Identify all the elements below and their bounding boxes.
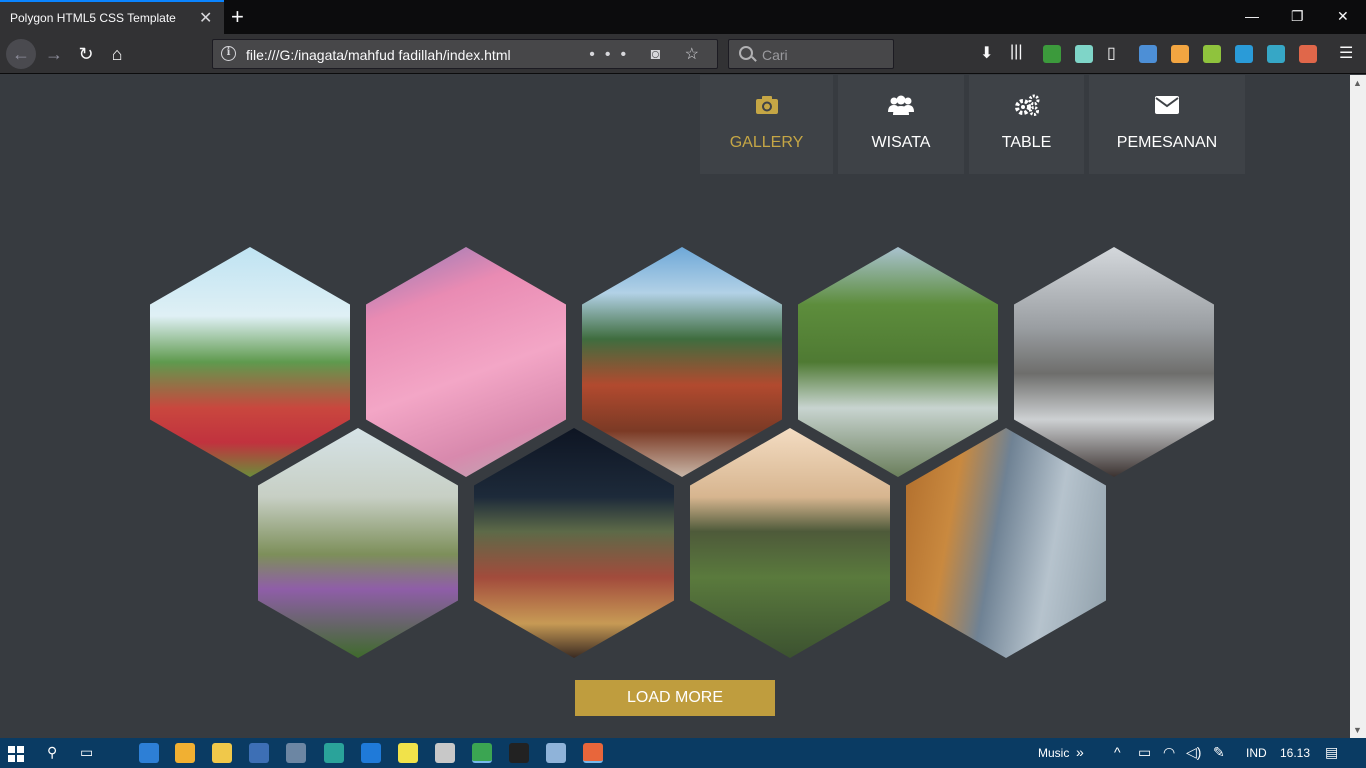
library-icon[interactable]: ||| [1010, 43, 1022, 61]
umbrella-mural-photo[interactable] [366, 247, 566, 477]
new-tab-icon[interactable]: + [231, 4, 244, 30]
vertical-scrollbar[interactable]: ▲ ▼ [1350, 75, 1366, 738]
terminal-icon[interactable] [509, 743, 529, 763]
extension-icon[interactable] [1267, 45, 1285, 63]
forward-arrow-icon[interactable]: → [42, 42, 66, 66]
windows-taskbar: ⚲ ▭ Music » ^ ▭ ◠ ◁) ✎ IND 16.13 ▤ [0, 738, 1366, 768]
url-text[interactable]: file:///G:/inagata/mahfud fadillah/index… [246, 47, 511, 63]
bookmark-star-icon[interactable]: ☆ [685, 46, 709, 63]
app-icon[interactable] [324, 743, 344, 763]
close-tab-icon[interactable]: ✕ [199, 8, 212, 28]
search-icon [739, 46, 753, 60]
users-icon [838, 93, 964, 117]
menu-label: TABLE [1001, 134, 1052, 151]
menu-label: GALLERY [729, 134, 804, 151]
extension-icon[interactable] [1139, 45, 1157, 63]
forest-balcony-photo[interactable] [906, 428, 1106, 658]
menu-item-table[interactable]: TABLE [969, 75, 1084, 174]
menu-item-wisata[interactable]: WISATA [838, 75, 964, 174]
flower-park-photo[interactable] [258, 428, 458, 658]
envelope-icon [1089, 93, 1245, 117]
hamburger-menu-icon[interactable]: ☰ [1339, 43, 1353, 63]
battery-icon[interactable]: ▭ [1138, 744, 1151, 761]
load-more-button[interactable]: LOAD MORE [575, 680, 775, 716]
chevron-right-icon[interactable]: » [1076, 744, 1084, 760]
camera-icon [700, 93, 833, 117]
tulip-garden-photo[interactable] [150, 247, 350, 477]
menu-item-pemesanan[interactable]: PEMESANAN [1089, 75, 1245, 174]
store-icon[interactable] [249, 743, 269, 763]
page-actions[interactable]: ••• ◙ ☆ [589, 44, 709, 64]
scroll-up-icon[interactable]: ▲ [1353, 78, 1362, 88]
chrome-icon[interactable] [472, 743, 492, 763]
extension-icon[interactable] [1043, 45, 1061, 63]
extension-icon[interactable] [1235, 45, 1253, 63]
extension-icon[interactable] [1299, 45, 1317, 63]
windows-start-icon[interactable] [8, 746, 24, 762]
notes-icon[interactable] [398, 743, 418, 763]
pen-icon[interactable]: ✎ [1213, 744, 1225, 761]
language-indicator[interactable]: IND [1246, 746, 1267, 760]
info-icon[interactable]: i [221, 46, 236, 61]
sidebar-icon[interactable]: ▯ [1107, 43, 1116, 63]
tab-title: Polygon HTML5 CSS Template [10, 11, 176, 25]
volume-icon[interactable]: ◁) [1186, 744, 1201, 761]
media-player-icon[interactable] [175, 743, 195, 763]
search-bar[interactable]: Cari [728, 39, 894, 69]
menu-label: PEMESANAN [1116, 134, 1218, 151]
pagoda-temple-photo[interactable] [582, 247, 782, 477]
extension-icon[interactable] [1203, 45, 1221, 63]
file-explorer-icon[interactable] [212, 743, 232, 763]
night-market-photo[interactable] [474, 428, 674, 658]
download-icon[interactable]: ⬇ [980, 43, 993, 63]
task-view-icon[interactable]: ▭ [80, 744, 93, 761]
page-viewport: GALLERY WISATA TABLE PEMESANAN LOAD MORE [0, 75, 1350, 738]
bromo-mountain-photo[interactable] [1014, 247, 1214, 477]
notification-icon[interactable]: ▤ [1325, 744, 1338, 761]
dropbox-icon[interactable] [139, 743, 159, 763]
search-placeholder: Cari [762, 47, 788, 63]
browser-tab[interactable]: Polygon HTML5 CSS Template ✕ [0, 0, 224, 34]
more-icon[interactable]: ••• [589, 46, 636, 63]
browser-tab-bar: Polygon HTML5 CSS Template ✕ + — ❐ ✕ [0, 0, 1366, 34]
waterfall-valley-photo[interactable] [798, 247, 998, 477]
app-icon[interactable] [435, 743, 455, 763]
close-window-icon[interactable]: ✕ [1337, 8, 1349, 25]
wifi-icon[interactable]: ◠ [1163, 744, 1175, 761]
pocket-icon[interactable]: ◙ [651, 46, 671, 63]
home-icon[interactable]: ⌂ [105, 42, 129, 66]
edge-icon[interactable] [361, 743, 381, 763]
scroll-down-icon[interactable]: ▼ [1353, 725, 1362, 735]
search-icon[interactable]: ⚲ [47, 744, 57, 761]
browser-toolbar: ← → ↻ ⌂ i file:///G:/inagata/mahfud fadi… [0, 34, 1366, 74]
back-arrow-icon[interactable]: ← [6, 39, 36, 69]
extension-icon[interactable] [1075, 45, 1093, 63]
gears-icon [969, 93, 1084, 117]
menu-label: WISATA [871, 134, 931, 151]
reload-icon[interactable]: ↻ [74, 42, 98, 66]
music-label[interactable]: Music [1038, 746, 1069, 760]
minimize-icon[interactable]: — [1245, 8, 1259, 24]
menu-item-gallery[interactable]: GALLERY [700, 75, 833, 174]
clock[interactable]: 16.13 [1280, 746, 1310, 760]
app-icon[interactable] [286, 743, 306, 763]
hill-scooter-photo[interactable] [690, 428, 890, 658]
chevron-up-icon[interactable]: ^ [1114, 744, 1121, 760]
extension-icon[interactable] [1171, 45, 1189, 63]
firefox-icon[interactable] [583, 743, 603, 763]
url-bar[interactable]: i file:///G:/inagata/mahfud fadillah/ind… [212, 39, 718, 69]
app-icon[interactable] [546, 743, 566, 763]
restore-icon[interactable]: ❐ [1291, 8, 1304, 25]
